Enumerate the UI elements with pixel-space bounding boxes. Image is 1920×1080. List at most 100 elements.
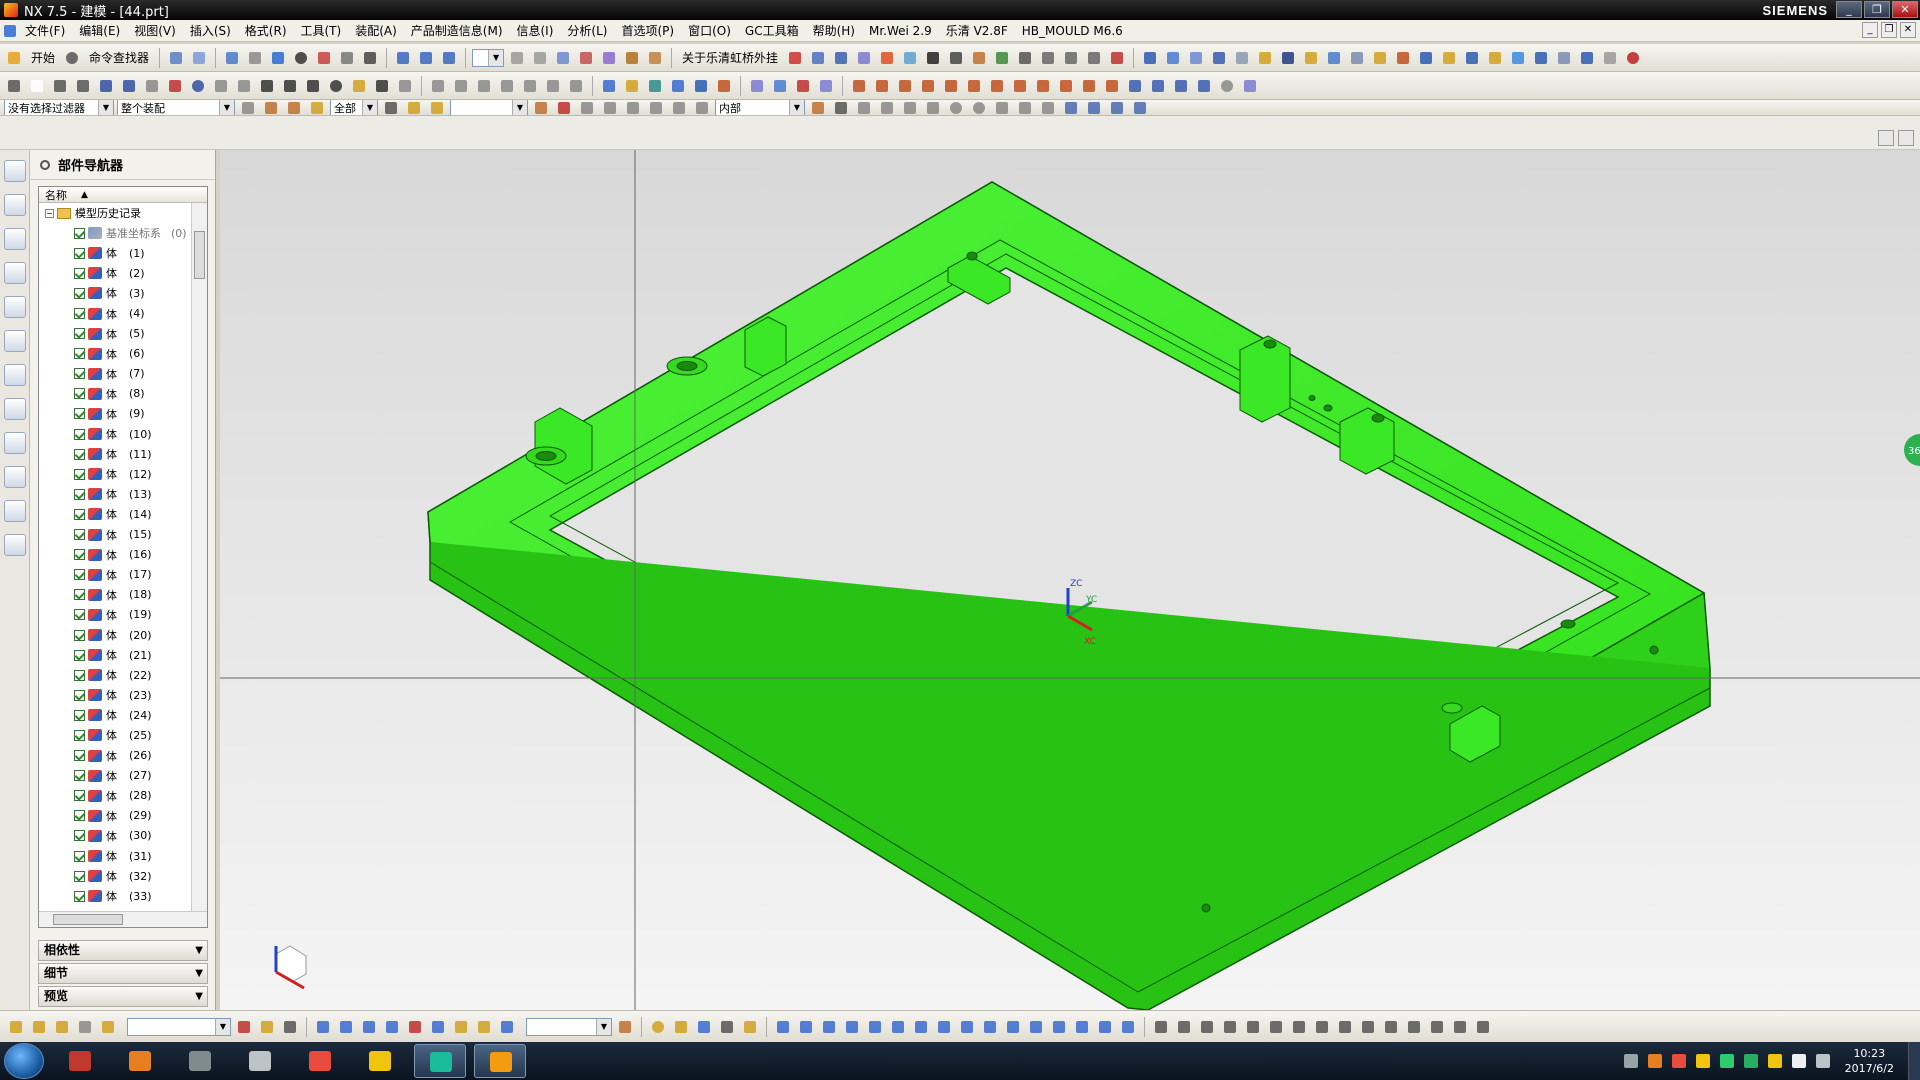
wireframe-icon[interactable]	[314, 48, 334, 68]
body-feature-row[interactable]: 体 (1)	[39, 243, 207, 263]
bottom-tool-33-icon[interactable]	[980, 1017, 1000, 1037]
bottom-tool-40-icon[interactable]	[1151, 1017, 1171, 1037]
bottom-tool-3-icon[interactable]	[52, 1017, 72, 1037]
visibility-checkbox[interactable]	[74, 750, 85, 762]
mold-tool-22-icon[interactable]	[1623, 48, 1643, 68]
menu-gc-toolkit[interactable]: GC工具箱	[738, 22, 806, 39]
visibility-checkbox[interactable]	[74, 870, 85, 882]
visibility-checkbox[interactable]	[74, 408, 85, 420]
bottom-tool-4-icon[interactable]	[75, 1017, 95, 1037]
snap-tool-18-icon[interactable]	[1015, 100, 1035, 115]
bottom-tool-17-icon[interactable]	[497, 1017, 517, 1037]
edge-blend-icon[interactable]	[747, 76, 767, 96]
manufacturing-wizard-tab-icon[interactable]	[4, 432, 26, 454]
body-feature-row[interactable]: 体 (8)	[39, 384, 207, 404]
bottom-tool-39-icon[interactable]	[1118, 1017, 1138, 1037]
snap-tool-16-icon[interactable]	[969, 100, 989, 115]
body-feature-row[interactable]: 体 (15)	[39, 525, 207, 545]
unite-icon[interactable]	[714, 76, 734, 96]
body-feature-row[interactable]: 体 (28)	[39, 786, 207, 806]
arc-icon[interactable]	[165, 76, 185, 96]
mold-tool-6-icon[interactable]	[1255, 48, 1275, 68]
visibility-checkbox[interactable]	[74, 468, 85, 480]
snap-tool-3-icon[interactable]	[577, 100, 597, 115]
part-navigator-tab-icon[interactable]	[4, 194, 26, 216]
app-menu-icon[interactable]	[0, 21, 18, 41]
bottom-tool-26-icon[interactable]	[819, 1017, 839, 1037]
snap-tool-8-icon[interactable]	[692, 100, 712, 115]
menu-tools[interactable]: 工具(T)	[294, 22, 349, 39]
bottom-tool-11-icon[interactable]	[359, 1017, 379, 1037]
history-tab-icon[interactable]	[4, 296, 26, 318]
fillet-icon[interactable]	[211, 76, 231, 96]
body-feature-row[interactable]: 体 (5)	[39, 324, 207, 344]
sync-tool-11-icon[interactable]	[1079, 76, 1099, 96]
taskbar-app-nx-icon[interactable]	[474, 1044, 526, 1078]
snap-tool-icon[interactable]	[189, 48, 209, 68]
mold-tool-4-icon[interactable]	[1209, 48, 1229, 68]
body-feature-row[interactable]: 体 (13)	[39, 484, 207, 504]
filter-tool-3-icon[interactable]	[284, 100, 304, 115]
bottom-tool-37-icon[interactable]	[1072, 1017, 1092, 1037]
bottom-tool-19-icon[interactable]	[648, 1017, 668, 1037]
visibility-checkbox[interactable]	[74, 649, 85, 661]
plugin-tool-7-icon[interactable]	[969, 48, 989, 68]
bottom-tool-36-icon[interactable]	[1049, 1017, 1069, 1037]
bottom-tool-53-icon[interactable]	[1450, 1017, 1470, 1037]
action-center-icon[interactable]	[1815, 1054, 1830, 1068]
select-all-combo[interactable]: 全部 ▼	[330, 100, 378, 115]
clock-icon[interactable]	[1217, 76, 1237, 96]
bottom-tool-8-icon[interactable]	[280, 1017, 300, 1037]
tray-app-1-icon[interactable]	[1647, 1054, 1662, 1068]
visibility-checkbox[interactable]	[74, 709, 85, 721]
select-tool-icon[interactable]	[166, 48, 186, 68]
menu-plugin-yueqing[interactable]: 乐清 V2.8F	[939, 22, 1015, 39]
body-feature-row[interactable]: 体 (14)	[39, 504, 207, 524]
doc-restore-button[interactable]: ❐	[1881, 22, 1897, 38]
sync-tool-1-icon[interactable]	[849, 76, 869, 96]
taskbar-app-tencent-icon[interactable]	[54, 1044, 106, 1078]
bottom-tool-49-icon[interactable]	[1358, 1017, 1378, 1037]
clock-tab-icon[interactable]	[4, 330, 26, 352]
web-browser-tab-icon[interactable]	[4, 262, 26, 284]
body-feature-row[interactable]: 体 (12)	[39, 464, 207, 484]
bottom-tool-38-icon[interactable]	[1095, 1017, 1115, 1037]
spline-icon[interactable]	[303, 76, 323, 96]
sync-tool-3-icon[interactable]	[895, 76, 915, 96]
bottom-tool-20-icon[interactable]	[671, 1017, 691, 1037]
mold-tool-10-icon[interactable]	[1347, 48, 1367, 68]
body-feature-row[interactable]: 体 (17)	[39, 565, 207, 585]
visibility-checkbox[interactable]	[74, 629, 85, 641]
pocket-icon[interactable]	[691, 76, 711, 96]
preview-panel[interactable]: 预览 ▼	[38, 986, 208, 1007]
sync-tool-6-icon[interactable]	[964, 76, 984, 96]
datum-csys-row[interactable]: 基准坐标系 (0)	[39, 223, 207, 243]
snap-tool-6-icon[interactable]	[646, 100, 666, 115]
mold-tool-11-icon[interactable]	[1370, 48, 1390, 68]
mold-tool-20-icon[interactable]	[1577, 48, 1597, 68]
plugin-about-button[interactable]: 关于乐清虹桥外挂	[678, 49, 782, 66]
minimize-button[interactable]: _	[1836, 1, 1862, 18]
visibility-checkbox[interactable]	[74, 589, 85, 601]
start-button[interactable]: 开始	[27, 49, 59, 66]
rectangle-icon[interactable]	[257, 76, 277, 96]
visibility-checkbox[interactable]	[74, 247, 85, 259]
body-feature-row[interactable]: 体 (24)	[39, 705, 207, 725]
visibility-checkbox[interactable]	[74, 448, 85, 460]
sync-tool-4-icon[interactable]	[918, 76, 938, 96]
body-feature-row[interactable]: 体 (25)	[39, 725, 207, 745]
point-icon[interactable]	[349, 76, 369, 96]
crosshair-icon[interactable]	[372, 76, 392, 96]
plugin-tool-9-icon[interactable]	[1015, 48, 1035, 68]
profile-icon[interactable]	[73, 76, 93, 96]
body-feature-row[interactable]: 体 (27)	[39, 766, 207, 786]
bottom-tool-23-icon[interactable]	[740, 1017, 760, 1037]
snap-tool-5-icon[interactable]	[623, 100, 643, 115]
bottom-tool-7-icon[interactable]	[257, 1017, 277, 1037]
body-feature-row[interactable]: 体 (6)	[39, 344, 207, 364]
tree-root[interactable]: − 模型历史记录	[39, 203, 207, 223]
bottom-tool-45-icon[interactable]	[1266, 1017, 1286, 1037]
assembly-icon[interactable]	[393, 48, 413, 68]
component-icon[interactable]	[416, 48, 436, 68]
filter-tool-4-icon[interactable]	[307, 100, 327, 115]
